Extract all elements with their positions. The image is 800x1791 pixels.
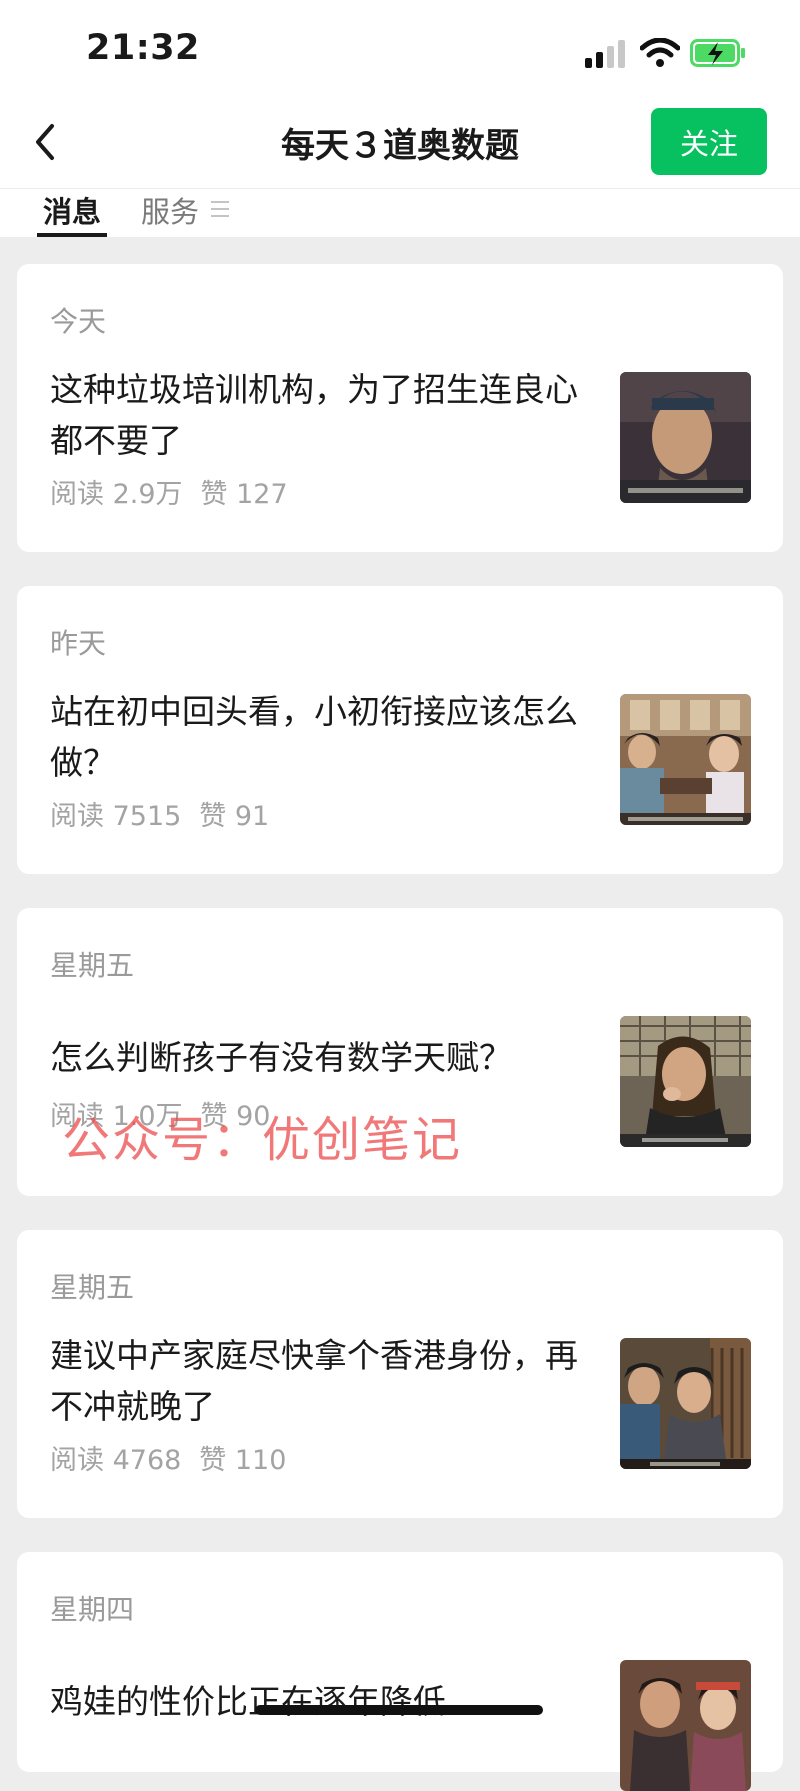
article-card[interactable]: 昨天 站在初中回头看，小初衔接应该怎么做？ 阅读 7515 赞 91	[17, 586, 783, 874]
article-card[interactable]: 星期四 鸡娃的性价比正在逐年降低	[17, 1552, 783, 1791]
active-tab-indicator	[37, 233, 107, 237]
article-title[interactable]: 建议中产家庭尽快拿个香港身份，再不冲就晚了	[50, 1330, 610, 1432]
battery-charging-icon	[690, 39, 745, 67]
article-title[interactable]: 怎么判断孩子有没有数学天赋？	[50, 1032, 610, 1083]
article-thumbnail[interactable]	[620, 1338, 751, 1469]
tab-bar: 消息 服务	[0, 188, 800, 237]
home-indicator	[255, 1705, 543, 1715]
signal-icon	[585, 40, 625, 68]
top-bar: 21:32 每天３道奥数题 关注	[0, 0, 800, 188]
wifi-icon	[640, 38, 680, 67]
read-count: 阅读 7515	[50, 801, 182, 832]
article-card[interactable]: 星期五 建议中产家庭尽快拿个香港身份，再不冲就晚了 阅读 4768 赞 110	[17, 1230, 783, 1518]
article-thumbnail[interactable]	[620, 694, 751, 825]
watermark: 公众号：优创笔记	[62, 1112, 463, 1168]
status-time: 21:32	[86, 28, 200, 68]
read-count: 阅读 2.9万	[50, 479, 183, 510]
article-stats: 阅读 7515 赞 91	[50, 794, 269, 833]
follow-button[interactable]: 关注	[651, 108, 767, 175]
article-card[interactable]: 今天 这种垃圾培训机构，为了招生连良心都不要了 阅读 2.9万赞 127	[17, 264, 783, 552]
article-date: 昨天	[50, 627, 107, 660]
read-count: 阅读 4768	[50, 1445, 182, 1476]
tab-messages[interactable]: 消息	[43, 189, 101, 231]
like-count: 赞 110	[199, 1445, 287, 1476]
article-date: 星期四	[50, 1593, 135, 1626]
tab-services[interactable]: 服务	[141, 189, 199, 231]
article-title[interactable]: 站在初中回头看，小初衔接应该怎么做？	[50, 686, 610, 788]
article-thumbnail[interactable]	[620, 1016, 751, 1147]
article-date: 星期五	[50, 949, 135, 982]
article-title[interactable]: 鸡娃的性价比正在逐年降低	[50, 1676, 610, 1727]
article-date: 今天	[50, 305, 107, 338]
article-stats: 阅读 4768 赞 110	[50, 1438, 286, 1477]
menu-icon[interactable]	[209, 199, 231, 219]
article-thumbnail[interactable]	[620, 372, 751, 503]
article-thumbnail[interactable]	[620, 1660, 751, 1791]
article-title[interactable]: 这种垃圾培训机构，为了招生连良心都不要了	[50, 364, 610, 466]
article-stats: 阅读 2.9万赞 127	[50, 472, 288, 511]
article-date: 星期五	[50, 1271, 135, 1304]
like-count: 赞 91	[199, 801, 270, 832]
like-count: 赞 127	[200, 479, 288, 510]
